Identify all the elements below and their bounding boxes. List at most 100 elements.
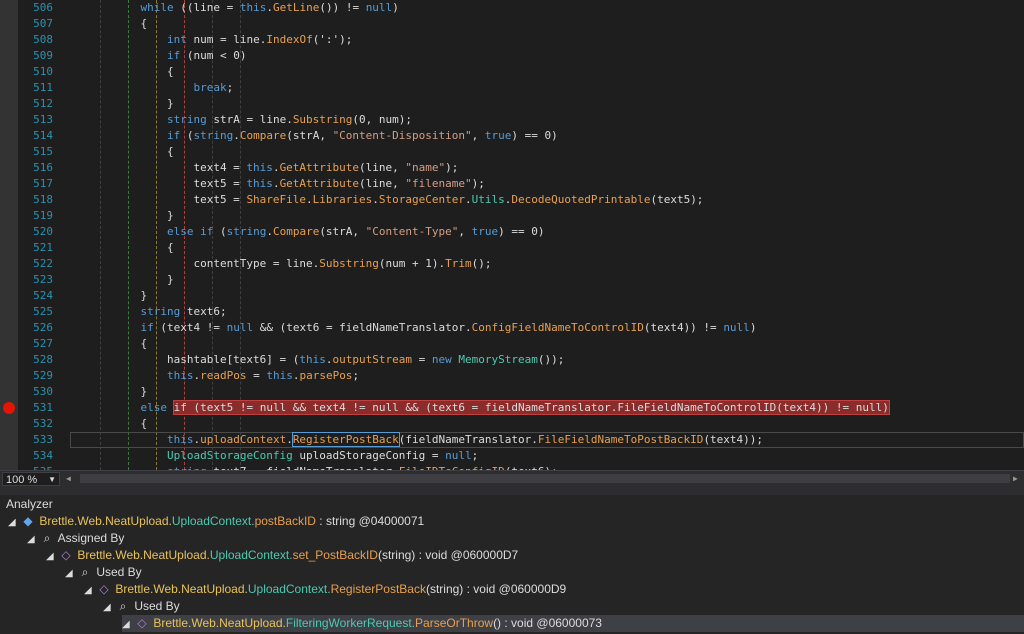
expand-toggle-icon[interactable]: ◢ xyxy=(122,616,134,633)
expand-toggle-icon[interactable]: ◢ xyxy=(84,582,96,599)
code-line[interactable]: 514 if (string.Compare(strA, "Content-Di… xyxy=(0,128,1024,144)
class-text: UploadContext. xyxy=(209,548,293,562)
analyzer-node[interactable]: ◢ ◇ Brettle.Web.NeatUpload.FilteringWorke… xyxy=(122,615,1024,632)
member-text: ParseOrThrow xyxy=(415,616,494,630)
analyzer-node[interactable]: ◢ ⌕ Assigned By xyxy=(27,530,124,547)
analyzer-node[interactable]: ◢ ⌕ Used By xyxy=(65,564,142,581)
code-line[interactable]: 528 hashtable[text6] = (this.outputStrea… xyxy=(0,352,1024,368)
signature-text: : string @04000071 xyxy=(315,514,425,528)
code-line[interactable]: 523 } xyxy=(0,272,1024,288)
line-number: 511 xyxy=(33,81,53,94)
panel-splitter[interactable] xyxy=(0,487,1024,495)
line-number: 527 xyxy=(33,337,53,350)
code-line[interactable]: 519 } xyxy=(0,208,1024,224)
code-line[interactable]: 515 { xyxy=(0,144,1024,160)
scroll-right-icon[interactable]: ▶ xyxy=(1013,474,1018,483)
code-line[interactable]: 532 { xyxy=(0,416,1024,432)
code-text: contentType = line.Substring(num + 1).Tr… xyxy=(61,257,492,270)
code-line[interactable]: 534 UploadStorageConfig uploadStorageCon… xyxy=(0,448,1024,464)
signature-text: () : void @06000073 xyxy=(493,616,602,630)
code-line[interactable]: 506 while ((line = this.GetLine()) != nu… xyxy=(0,0,1024,16)
class-text: UploadContext. xyxy=(247,582,331,596)
line-number: 513 xyxy=(33,113,53,126)
analyzer-node[interactable]: ◢ ◇ Brettle.Web.NeatUpload.UploadContext.… xyxy=(84,581,566,598)
search-icon: ⌕ xyxy=(43,531,51,545)
zoom-dropdown[interactable]: 100 % ▼ xyxy=(2,472,60,486)
namespace-text: Brettle.Web.NeatUpload. xyxy=(150,616,286,630)
code-line[interactable]: 512 } xyxy=(0,96,1024,112)
node-label: Used By xyxy=(93,565,142,579)
code-text: { xyxy=(61,241,174,254)
line-number: 519 xyxy=(33,209,53,222)
code-line[interactable]: 525 string text6; xyxy=(0,304,1024,320)
line-number: 525 xyxy=(33,305,53,318)
horizontal-scrollbar[interactable] xyxy=(80,474,1010,483)
code-line[interactable]: 518 text5 = ShareFile.Libraries.StorageC… xyxy=(0,192,1024,208)
node-label: Assigned By xyxy=(55,531,125,545)
zoom-value: 100 % xyxy=(6,474,38,486)
code-line[interactable]: 522 contentType = line.Substring(num + 1… xyxy=(0,256,1024,272)
code-line[interactable]: 527 { xyxy=(0,336,1024,352)
expand-toggle-icon[interactable]: ◢ xyxy=(103,599,115,616)
code-line[interactable]: 508 int num = line.IndexOf(':'); xyxy=(0,32,1024,48)
code-text: if (string.Compare(strA, "Content-Dispos… xyxy=(166,129,558,142)
code-text: { xyxy=(61,145,174,158)
property-icon: ◇ xyxy=(99,582,109,596)
code-text: text5 = ShareFile.Libraries.StorageCente… xyxy=(61,193,704,206)
code-line[interactable]: 516 text4 = this.GetAttribute(line, "nam… xyxy=(0,160,1024,176)
code-line[interactable]: 511 break; xyxy=(0,80,1024,96)
code-line[interactable]: 529 this.readPos = this.parsePos; xyxy=(0,368,1024,384)
code-text: { xyxy=(61,65,174,78)
expand-toggle-icon[interactable]: ◢ xyxy=(46,548,58,565)
property-icon: ◇ xyxy=(137,616,147,630)
line-number: 515 xyxy=(33,145,53,158)
expand-toggle-icon[interactable]: ◢ xyxy=(8,514,20,531)
line-number: 526 xyxy=(33,321,53,334)
line-number: 514 xyxy=(33,129,53,142)
line-number: 508 xyxy=(33,33,53,46)
line-number: 507 xyxy=(33,17,53,30)
code-text: } xyxy=(61,273,174,286)
analyzer-node[interactable]: ◢ ⌕ Used By xyxy=(103,598,180,615)
code-line[interactable]: 530 } xyxy=(0,384,1024,400)
expand-toggle-icon[interactable]: ◢ xyxy=(65,565,77,582)
code-line[interactable]: 507 { xyxy=(0,16,1024,32)
code-text: UploadStorageConfig uploadStorageConfig … xyxy=(166,449,479,462)
expand-toggle-icon[interactable]: ◢ xyxy=(27,531,39,548)
line-number: 531 xyxy=(33,401,53,414)
code-line[interactable]: 510 { xyxy=(0,64,1024,80)
code-text: text4 = this.GetAttribute(line, "name"); xyxy=(61,161,459,174)
code-line[interactable]: 517 text5 = this.GetAttribute(line, "fil… xyxy=(0,176,1024,192)
line-number: 532 xyxy=(33,417,53,430)
line-number: 509 xyxy=(33,49,53,62)
line-number: 517 xyxy=(33,177,53,190)
signature-text: (string) : void @060000D7 xyxy=(377,548,519,562)
breakpoint-icon[interactable] xyxy=(3,402,15,414)
editor-status-bar: 100 % ▼ ◀ ▶ xyxy=(0,470,1024,487)
code-line[interactable]: 533 this.uploadContext.RegisterPostBack(… xyxy=(0,432,1024,448)
field-icon: ◆ xyxy=(23,514,33,528)
code-text: text5 = this.GetAttribute(line, "filenam… xyxy=(61,177,485,190)
node-label: Used By xyxy=(131,599,180,613)
code-text: } xyxy=(61,385,148,398)
analyzer-node[interactable]: ◢ ◆ Brettle.Web.NeatUpload.UploadContext.… xyxy=(8,513,424,530)
code-line[interactable]: 524 } xyxy=(0,288,1024,304)
line-number: 528 xyxy=(33,353,53,366)
line-number: 522 xyxy=(33,257,53,270)
code-line[interactable]: 520 else if (string.Compare(strA, "Conte… xyxy=(0,224,1024,240)
line-number: 524 xyxy=(33,289,53,302)
code-line[interactable]: 531 else if (text5 != null && text4 != n… xyxy=(0,400,1024,416)
line-number: 516 xyxy=(33,161,53,174)
analyzer-node[interactable]: ◢ ◇ Brettle.Web.NeatUpload.UploadContext.… xyxy=(46,547,518,564)
code-line[interactable]: 526 if (text4 != null && (text6 = fieldN… xyxy=(0,320,1024,336)
code-text: } xyxy=(61,289,148,302)
code-text: if (text4 != null && (text6 = fieldNameT… xyxy=(140,321,757,334)
line-number: 521 xyxy=(33,241,53,254)
code-line[interactable]: 509 if (num < 0) xyxy=(0,48,1024,64)
namespace-text: Brettle.Web.NeatUpload. xyxy=(74,548,210,562)
code-text: } xyxy=(61,97,174,110)
scroll-left-icon[interactable]: ◀ xyxy=(66,474,71,483)
code-line[interactable]: 521 { xyxy=(0,240,1024,256)
code-editor[interactable]: 506 while ((line = this.GetLine()) != nu… xyxy=(0,0,1024,470)
code-line[interactable]: 513 string strA = line.Substring(0, num)… xyxy=(0,112,1024,128)
